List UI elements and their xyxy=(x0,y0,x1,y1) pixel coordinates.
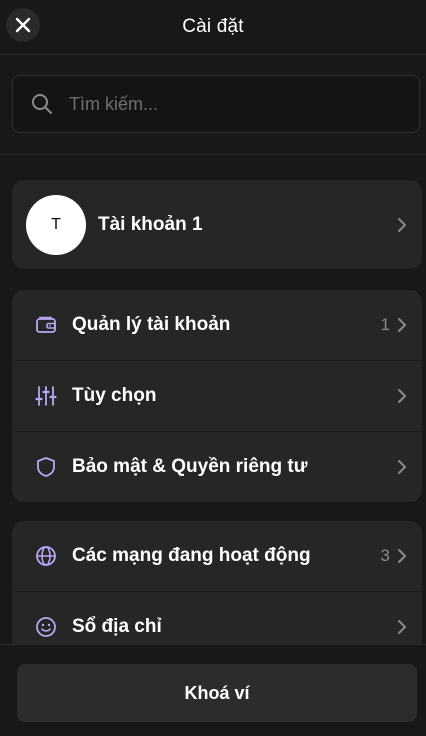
shield-icon xyxy=(34,455,58,479)
page-title: Cài đặt xyxy=(182,16,244,37)
settings-item-label: Bảo mật & Quyền riêng tư xyxy=(72,456,308,477)
chevron-right-icon xyxy=(396,317,408,333)
search-box[interactable] xyxy=(12,75,420,133)
settings-group-2: Các mạng đang hoạt động 3 Sổ địa chỉ xyxy=(12,521,422,662)
settings-item-label: Các mạng đang hoạt động xyxy=(72,545,311,566)
smiley-icon xyxy=(34,615,58,639)
chevron-right-icon xyxy=(396,548,408,564)
settings-item-account-management[interactable]: Quản lý tài khoản 1 xyxy=(12,290,422,361)
search-icon xyxy=(32,94,52,114)
account-name: Tài khoản 1 xyxy=(98,213,203,235)
globe-icon xyxy=(34,544,58,568)
account-card: T Tài khoản 1 xyxy=(12,180,422,269)
settings-item-label: Sổ địa chỉ xyxy=(72,616,162,637)
chevron-right-icon xyxy=(396,388,408,404)
close-button[interactable] xyxy=(6,8,40,42)
sliders-icon xyxy=(34,384,58,408)
footer: Khoá ví xyxy=(0,644,426,736)
account-row[interactable]: T Tài khoản 1 xyxy=(12,180,422,269)
settings-item-security-privacy[interactable]: Bảo mật & Quyền riêng tư xyxy=(12,432,422,502)
settings-item-label: Tùy chọn xyxy=(72,385,157,406)
lock-wallet-button[interactable]: Khoá ví xyxy=(17,664,417,722)
wallet-icon xyxy=(34,313,58,337)
settings-item-label: Quản lý tài khoản xyxy=(72,314,231,335)
chevron-right-icon xyxy=(396,619,408,635)
settings-group-1: Quản lý tài khoản 1 Tùy chọn Bảo mật & Q… xyxy=(12,290,422,502)
chevron-right-icon xyxy=(396,217,408,233)
avatar: T xyxy=(26,194,86,255)
settings-item-active-networks[interactable]: Các mạng đang hoạt động 3 xyxy=(12,521,422,592)
settings-item-count: 3 xyxy=(380,546,390,565)
settings-item-preferences[interactable]: Tùy chọn xyxy=(12,361,422,432)
search-section xyxy=(0,55,426,155)
header: Cài đặt xyxy=(0,0,426,55)
chevron-right-icon xyxy=(396,459,408,475)
settings-item-count: 1 xyxy=(380,315,390,334)
search-input[interactable] xyxy=(67,92,419,116)
close-icon xyxy=(15,17,31,33)
